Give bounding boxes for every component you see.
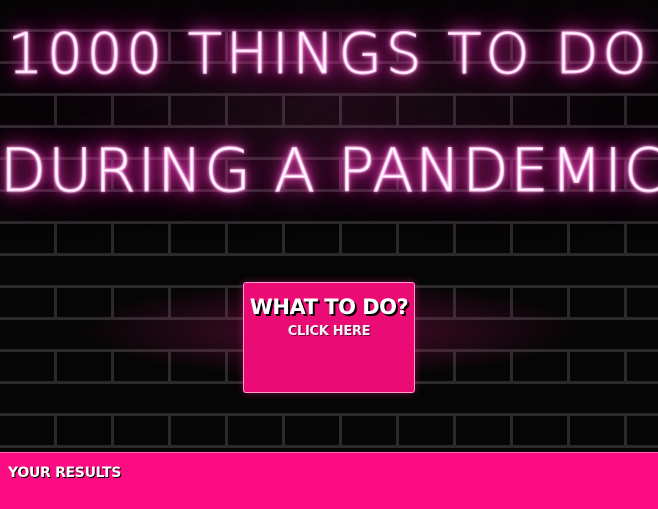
results-label: YOUR RESULTS	[8, 465, 121, 481]
neon-title-line-2: DURING A PANDEMIC	[0, 136, 658, 207]
app-stage: 1000 THINGS TO DO DURING A PANDEMIC WHAT…	[0, 0, 658, 509]
what-to-do-button[interactable]: WHAT TO DO? CLICK HERE	[243, 282, 415, 393]
results-bar: YOUR RESULTS	[0, 452, 658, 509]
neon-title-line-1: 1000 THINGS TO DO	[7, 22, 651, 88]
what-to-do-label: WHAT TO DO?	[249, 295, 409, 319]
click-here-label: CLICK HERE	[287, 324, 371, 339]
